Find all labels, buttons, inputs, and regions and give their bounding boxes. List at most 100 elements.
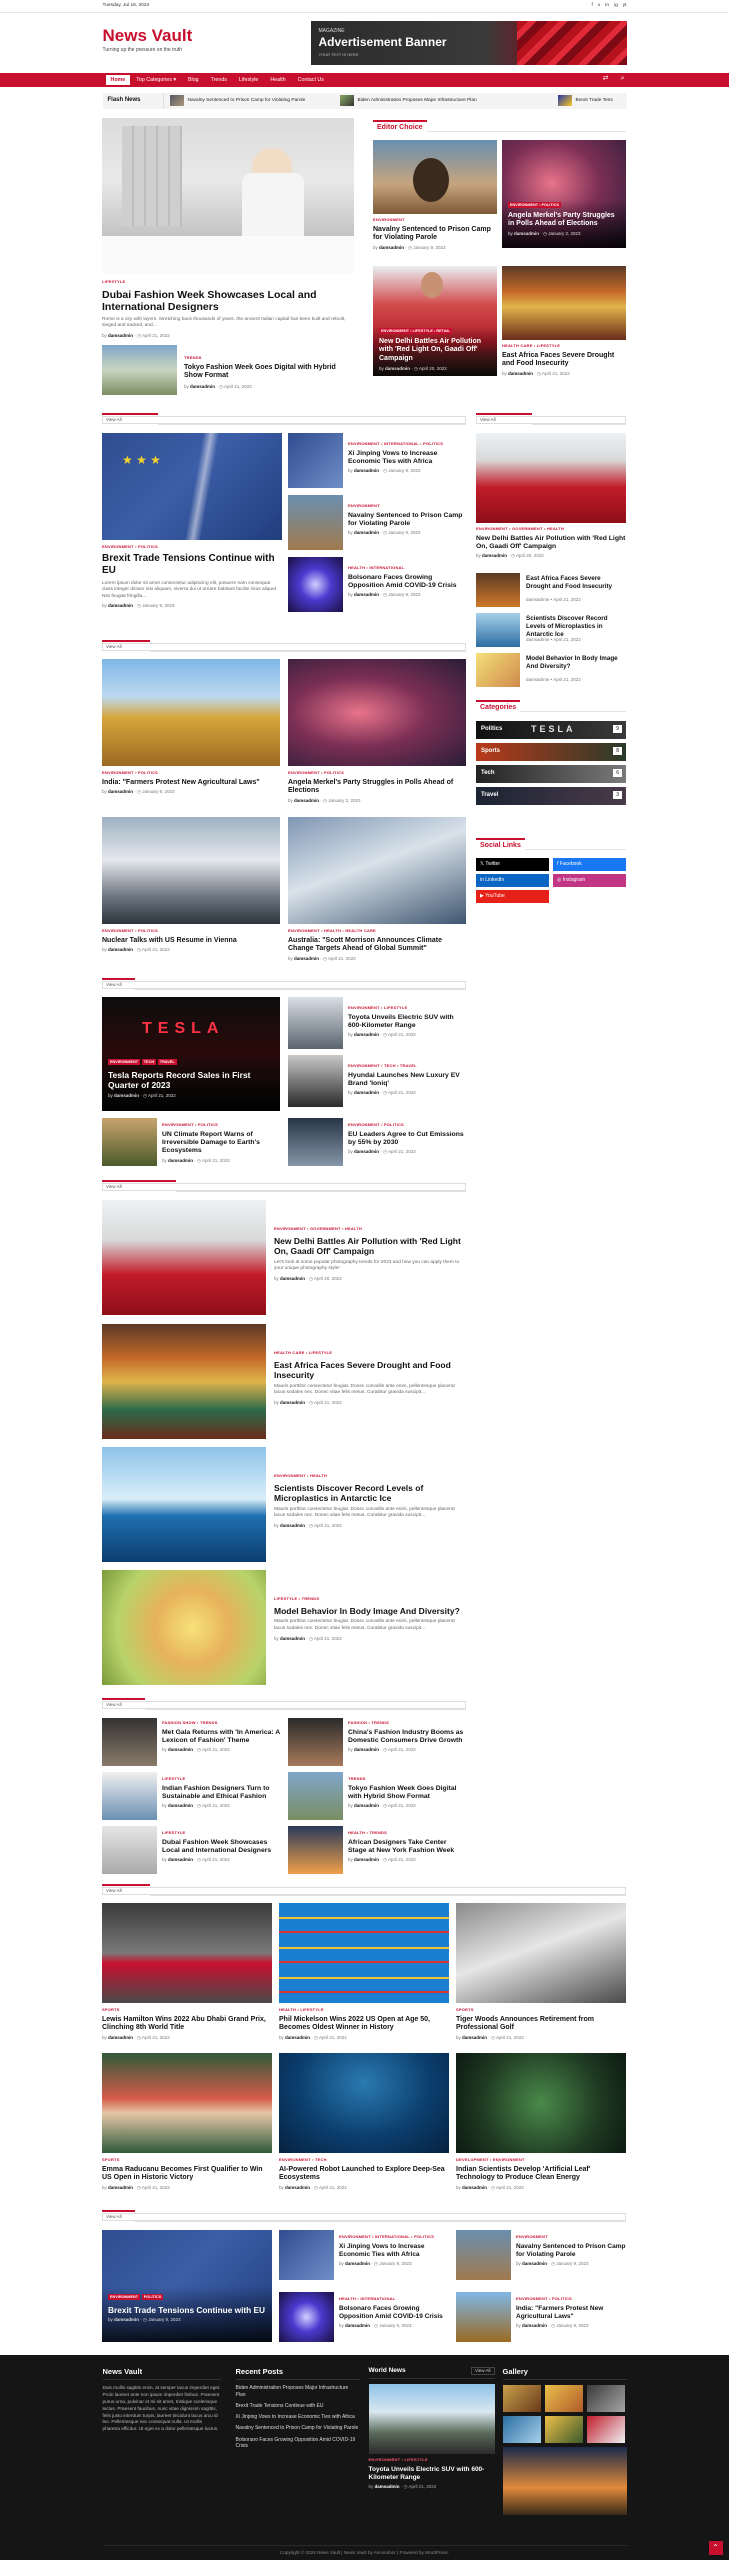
list-item[interactable]: LIFESTYLE Indian Fashion Designers Turn t… xyxy=(102,1772,280,1820)
list-item[interactable]: FASHION SHOW • TRENDS Met Gala Returns wi… xyxy=(102,1718,280,1766)
post-title[interactable]: East Africa Faces Severe Drought and Foo… xyxy=(502,352,626,370)
recent-post-link[interactable]: Navalny Sentenced to Prison Camp for Vio… xyxy=(236,2425,360,2431)
view-all-link[interactable]: View All xyxy=(102,416,466,424)
politics-2-big-post[interactable]: ENVIRONMENT POLITICS Brexit Trade Tension… xyxy=(102,2230,272,2342)
list-item[interactable]: FASHION • TRENDS China's Fashion Industry… xyxy=(288,1718,466,1766)
main-small-post[interactable]: TRENDS Tokyo Fashion Week Goes Digital w… xyxy=(102,345,354,395)
world-post[interactable]: SPORTS Lewis Hamilton Wins 2022 Abu Dhabi… xyxy=(102,1903,272,2041)
regional-post[interactable]: LIFESTYLE • TRENDS Model Behavior In Body… xyxy=(102,1570,466,1685)
post-title[interactable]: Dubai Fashion Week Showcases Local and I… xyxy=(102,289,354,313)
list-item[interactable]: HEALTH • INTERNATIONAL Bolsonaro Faces Gr… xyxy=(288,557,466,612)
facebook-icon: f xyxy=(557,861,559,867)
view-all-link[interactable]: View All xyxy=(102,643,466,651)
social-youtube[interactable]: ▶ YouTube xyxy=(476,890,549,903)
category-item[interactable]: Sports 8 xyxy=(476,743,626,761)
view-all-link[interactable]: View All xyxy=(470,2367,495,2375)
gallery-thumb[interactable] xyxy=(502,2416,541,2444)
list-item[interactable]: ENVIRONMENT • LIFESTYLE Toyota Unveils El… xyxy=(288,997,466,1049)
copyright: Copyright © 2024 News Vault | News Vault… xyxy=(102,2545,627,2556)
editor-post[interactable]: ENVIRONMENT • LIFESTYLE • RETAIL New Del… xyxy=(373,266,497,376)
regional-highlights-heading: Regional HighlightsView All xyxy=(102,1180,466,1193)
feature-image[interactable] xyxy=(102,118,354,274)
editor-post[interactable]: ENVIRONMENT Navalny Sentenced to Prison … xyxy=(373,140,497,251)
social-linkedin[interactable]: in LinkedIn xyxy=(476,874,549,887)
list-item[interactable]: LIFESTYLE Dubai Fashion Week Showcases Lo… xyxy=(102,1826,280,1874)
list-item[interactable]: ENVIRONMENT • POLITICS EU Leaders Agree t… xyxy=(288,1118,466,1166)
world-post[interactable]: ENVIRONMENT • POLITICS Nuclear Talks wit… xyxy=(102,817,280,953)
social-facebook[interactable]: f Facebook xyxy=(553,858,626,871)
list-item[interactable]: TRENDS Tokyo Fashion Week Goes Digital wi… xyxy=(288,1772,466,1820)
post-title[interactable]: Tokyo Fashion Week Goes Digital with Hyb… xyxy=(184,364,354,382)
footer-world-news: World News View All ENVIRONMENT • LIFESTY… xyxy=(368,2367,495,2489)
footer-world-image[interactable] xyxy=(368,2384,495,2454)
category-item[interactable]: Travel 3 xyxy=(476,787,626,805)
list-item[interactable]: HEALTH • INTERNATIONAL Bolsonaro Faces Gr… xyxy=(279,2292,449,2342)
view-all-link[interactable]: View All xyxy=(102,1183,466,1191)
x-icon: 𝕏 xyxy=(480,861,485,867)
category-item[interactable]: Politics TESLA 9 xyxy=(476,721,626,739)
sidebar-national-big[interactable]: ENVIRONMENT • GOVERNMENT • HEALTH New De… xyxy=(476,433,626,559)
view-all-link[interactable]: View All xyxy=(102,2213,626,2221)
list-item[interactable]: ENVIRONMENT • INTERNATIONAL • POLITICS Xi… xyxy=(279,2230,449,2280)
national-big-post[interactable]: ★ ★ ★ ENVIRONMENT • POLITICS Brexit Trad… xyxy=(102,433,282,608)
social-links-heading: Social Links xyxy=(476,838,626,851)
recent-post-link[interactable]: Brexit Trade Tensions Continue with EU xyxy=(236,2403,360,2409)
view-all-link[interactable]: View All xyxy=(102,1701,466,1709)
gallery-thumb[interactable] xyxy=(502,2385,541,2413)
footer-world-title[interactable]: Toyota Unveils Electric SUV with 600-Kil… xyxy=(369,2466,495,2482)
list-item[interactable]: Scientists Discover Record Levels of Mic… xyxy=(476,613,626,647)
post-title[interactable]: New Delhi Battles Air Pollution with 'Re… xyxy=(379,338,491,364)
category-item[interactable]: Tech 6 xyxy=(476,765,626,783)
list-item[interactable]: HEALTH • TRENDS African Designers Take Ce… xyxy=(288,1826,466,1874)
view-all-link[interactable]: View All xyxy=(102,981,466,989)
view-all-link[interactable]: View All xyxy=(476,416,626,424)
world-post[interactable]: SPORTS Emma Raducanu Becomes First Qualif… xyxy=(102,2053,272,2191)
main-feature-post[interactable]: LIFESTYLE Dubai Fashion Week Showcases L… xyxy=(102,118,354,339)
world-post[interactable]: DEVELOPMENT • ENVIRONMENT Indian Scientis… xyxy=(456,2053,626,2191)
recent-post-link[interactable]: Xi Jinping Vows to Increase Economic Tie… xyxy=(236,2414,360,2420)
world-post[interactable]: ENVIRONMENT • TECH AI-Powered Robot Launc… xyxy=(279,2053,449,2191)
sidebar-national-heading: National NewsView All xyxy=(476,413,626,426)
editor-post[interactable]: HEALTH CARE • LIFESTYLE East Africa Face… xyxy=(502,266,626,377)
regional-post[interactable]: ENVIRONMENT • HEALTH Scientists Discover … xyxy=(102,1447,466,1562)
world-news-heading: World NewsView All xyxy=(102,640,466,653)
list-item[interactable]: ENVIRONMENT Navalny Sentenced to Prison C… xyxy=(456,2230,626,2280)
post-title[interactable]: Tesla Reports Record Sales in First Quar… xyxy=(108,1070,274,1091)
list-item[interactable]: ENVIRONMENT Navalny Sentenced to Prison C… xyxy=(288,495,466,550)
world-post[interactable]: ENVIRONMENT • POLITICS India: "Farmers P… xyxy=(102,659,280,795)
list-item[interactable]: Model Behavior In Body Image And Diversi… xyxy=(476,653,626,687)
local-beat-heading: Local BeatView All xyxy=(102,1698,466,1711)
regional-post[interactable]: ENVIRONMENT • GOVERNMENT • HEALTH New Del… xyxy=(102,1200,466,1315)
recent-post-link[interactable]: Bolsonaro Faces Growing Opposition Amid … xyxy=(236,2437,360,2450)
social-instagram[interactable]: ◎ Instagram xyxy=(553,874,626,887)
post-excerpt: Rome is a city with layers. Stretching b… xyxy=(102,316,346,329)
world-post[interactable]: ENVIRONMENT • POLITICS Angela Merkel's P… xyxy=(288,659,466,804)
post-title[interactable]: Angela Merkel's Party Struggles in Polls… xyxy=(508,212,620,230)
list-item[interactable]: East Africa Faces Severe Drought and Foo… xyxy=(476,573,626,607)
list-item[interactable]: ENVIRONMENT • POLITICS India: "Farmers Pr… xyxy=(456,2292,626,2342)
gallery-thumb[interactable] xyxy=(544,2416,583,2444)
world-post[interactable]: HEALTH • LIFESTYLE Phil Mickelson Wins 20… xyxy=(279,1903,449,2041)
post-category[interactable]: LIFESTYLE xyxy=(102,279,125,284)
politics-big-post[interactable]: TESLA ENVIRONMENT TECH TRAVEL Tesla Repo… xyxy=(102,997,280,1111)
list-item[interactable]: ENVIRONMENT • POLITICS UN Climate Report … xyxy=(102,1118,280,1166)
social-twitter[interactable]: 𝕏 Twitter xyxy=(476,858,549,871)
list-item[interactable]: ENVIRONMENT • TECH • TRAVEL Hyundai Launc… xyxy=(288,1055,466,1107)
gallery-thumb[interactable] xyxy=(544,2385,583,2413)
view-all-link[interactable]: View All xyxy=(102,1887,626,1895)
list-item[interactable]: ENVIRONMENT • INTERNATIONAL • POLITICS Xi… xyxy=(288,433,466,488)
youtube-icon: ▶ xyxy=(480,893,484,899)
gallery-thumb[interactable] xyxy=(586,2416,625,2444)
categories-heading: Categories xyxy=(476,700,626,713)
editor-post[interactable]: ENVIRONMENT • POLITICS Angela Merkel's P… xyxy=(502,140,626,248)
regional-post[interactable]: HEALTH CARE • LIFESTYLE East Africa Faces… xyxy=(102,1324,466,1439)
post-title[interactable]: Brexit Trade Tensions Continue with EU xyxy=(102,553,282,578)
scroll-to-top-button[interactable]: ⌃ xyxy=(708,2541,723,2555)
world-post[interactable]: ENVIRONMENT • HEALTH • HEALTH CARE Austr… xyxy=(288,817,466,962)
recent-post-link[interactable]: Biden Administration Proposes Major Infr… xyxy=(236,2385,360,2398)
gallery-large[interactable] xyxy=(502,2447,627,2516)
world-post[interactable]: SPORTS Tiger Woods Announces Retirement f… xyxy=(456,1903,626,2041)
gallery-thumb[interactable] xyxy=(586,2385,625,2413)
arrow-up-icon: ⌃ xyxy=(712,2543,719,2552)
post-title[interactable]: Navalny Sentenced to Prison Camp for Vio… xyxy=(373,226,497,244)
